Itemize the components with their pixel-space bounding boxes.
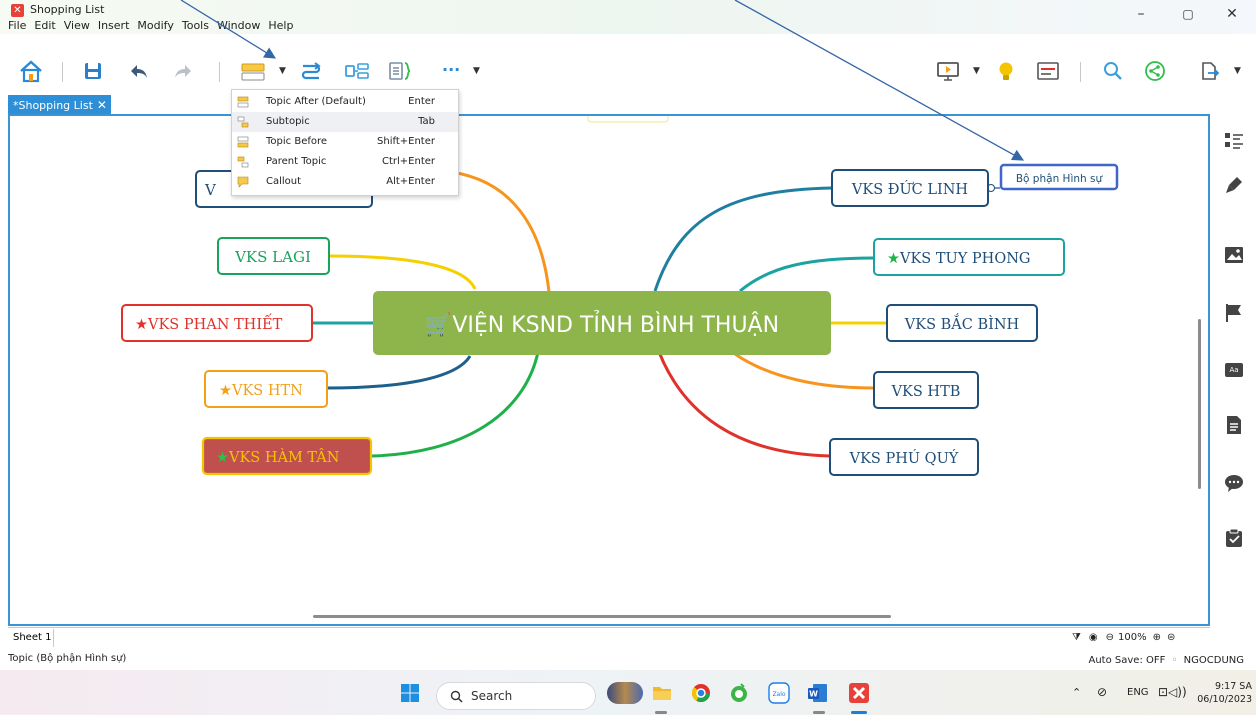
clock-date: 06/10/2023 bbox=[1197, 694, 1252, 705]
game-app-icon[interactable] bbox=[607, 682, 643, 704]
system-clock[interactable]: 9:17 SA 06/10/2023 bbox=[1190, 680, 1252, 706]
menu-item-shortcut: Shift+Enter bbox=[377, 136, 435, 147]
topic-after-icon bbox=[237, 96, 249, 108]
zoom-in-icon[interactable]: ⊕ bbox=[1153, 632, 1161, 643]
search-label: Search bbox=[471, 689, 513, 703]
annotation-layer bbox=[180, 0, 1025, 161]
zoom-controls: ⧩ ◉ ⊖ 100% ⊕ ⊜ bbox=[1072, 628, 1175, 648]
menu-item-topic-before[interactable]: Topic Before Shift+Enter bbox=[232, 132, 458, 152]
menu-item-shortcut: Enter bbox=[408, 96, 435, 107]
windows-start-icon[interactable] bbox=[400, 683, 420, 703]
fit-icon[interactable]: ⊜ bbox=[1167, 632, 1175, 643]
notes-icon[interactable] bbox=[1223, 414, 1245, 436]
file-explorer-icon[interactable] bbox=[651, 682, 673, 704]
filter-icon[interactable]: ⧩ bbox=[1072, 632, 1081, 643]
sheet-tab[interactable]: Sheet 1 bbox=[11, 629, 55, 647]
zoom-out-icon[interactable]: ⊖ bbox=[1106, 632, 1114, 643]
annotation-arrow bbox=[734, 0, 1025, 161]
menu-item-label: Topic After (Default) bbox=[266, 96, 366, 107]
taskbar-running-indicator bbox=[813, 711, 825, 714]
user-dot-icon: ◦ bbox=[1171, 655, 1178, 666]
zalo-icon[interactable]: Zalo bbox=[768, 682, 790, 704]
outline-panel-icon[interactable] bbox=[1223, 130, 1245, 152]
taskbar-running-indicator bbox=[655, 711, 667, 714]
taskbar-active-indicator bbox=[851, 711, 867, 714]
menu-item-shortcut: Tab bbox=[418, 116, 435, 127]
task-icon[interactable] bbox=[1223, 527, 1245, 549]
menu-item-label: Topic Before bbox=[266, 136, 328, 147]
menu-item-label: Parent Topic bbox=[266, 156, 327, 167]
menu-item-subtopic[interactable]: Subtopic Tab bbox=[232, 112, 458, 132]
user-name[interactable]: NGOCDUNG bbox=[1184, 655, 1244, 666]
coccoc-browser-icon[interactable] bbox=[728, 682, 750, 704]
app-window: ✕ Shopping List – ▢ ✕ File Edit View Insert… bbox=[0, 0, 1256, 715]
svg-text:Zalo: Zalo bbox=[772, 691, 785, 698]
parent-topic-icon bbox=[237, 156, 249, 168]
format-brush-icon[interactable] bbox=[1223, 174, 1245, 196]
topic-before-icon bbox=[237, 136, 249, 148]
svg-text:Aa: Aa bbox=[1229, 366, 1238, 374]
cloud-offline-icon[interactable]: ⊘ bbox=[1097, 685, 1107, 699]
status-bar: Topic (Bộ phận Hình sự) Auto Save: OFF ◦… bbox=[0, 648, 1256, 670]
menu-item-shortcut: Alt+Enter bbox=[386, 176, 435, 187]
word-icon[interactable]: W bbox=[807, 682, 829, 704]
menu-item-parent-topic[interactable]: Parent Topic Ctrl+Enter bbox=[232, 152, 458, 172]
menu-item-label: Callout bbox=[266, 176, 302, 187]
comments-icon[interactable] bbox=[1223, 472, 1245, 494]
search-icon bbox=[450, 690, 463, 703]
status-right: Auto Save: OFF ◦ NGOCDUNG bbox=[1089, 655, 1245, 666]
annotation-arrow bbox=[180, 0, 276, 59]
flag-marker-icon[interactable] bbox=[1223, 302, 1245, 324]
zoom-level[interactable]: 100% bbox=[1118, 632, 1147, 643]
status-selection: Topic (Bộ phận Hình sự) bbox=[8, 653, 127, 664]
style-icon[interactable]: Aa bbox=[1223, 359, 1245, 381]
autosave-status[interactable]: Auto Save: OFF bbox=[1089, 655, 1166, 666]
language-indicator[interactable]: ENG bbox=[1127, 687, 1149, 698]
svg-text:W: W bbox=[809, 690, 818, 699]
chrome-icon[interactable] bbox=[690, 682, 712, 704]
subtopic-icon bbox=[237, 116, 249, 128]
tray-chevron-up-icon[interactable]: ⌃ bbox=[1072, 686, 1081, 699]
menu-item-topic-after[interactable]: Topic After (Default) Enter bbox=[232, 92, 458, 112]
sheet-bar: Sheet 1 ⧩ ◉ ⊖ 100% ⊕ ⊜ bbox=[8, 627, 1210, 647]
insert-topic-dropdown: Topic After (Default) Enter Subtopic Tab… bbox=[231, 89, 459, 196]
image-icon[interactable] bbox=[1223, 244, 1245, 266]
menu-item-shortcut: Ctrl+Enter bbox=[381, 156, 435, 167]
network-volume-icon[interactable]: ⊡◁)) bbox=[1158, 685, 1187, 699]
clock-time: 9:17 SA bbox=[1214, 681, 1252, 692]
eye-icon[interactable]: ◉ bbox=[1089, 632, 1098, 643]
xmind-icon[interactable] bbox=[848, 682, 870, 704]
callout-icon bbox=[237, 176, 249, 188]
taskbar: Search Zalo W ⌃ ⊘ ENG ⊡◁)) 9:17 SA 06/10… bbox=[0, 670, 1256, 715]
right-sidebar: Aa bbox=[1210, 114, 1256, 648]
menu-item-callout[interactable]: Callout Alt+Enter bbox=[232, 172, 458, 192]
menu-item-label: Subtopic bbox=[266, 116, 310, 127]
